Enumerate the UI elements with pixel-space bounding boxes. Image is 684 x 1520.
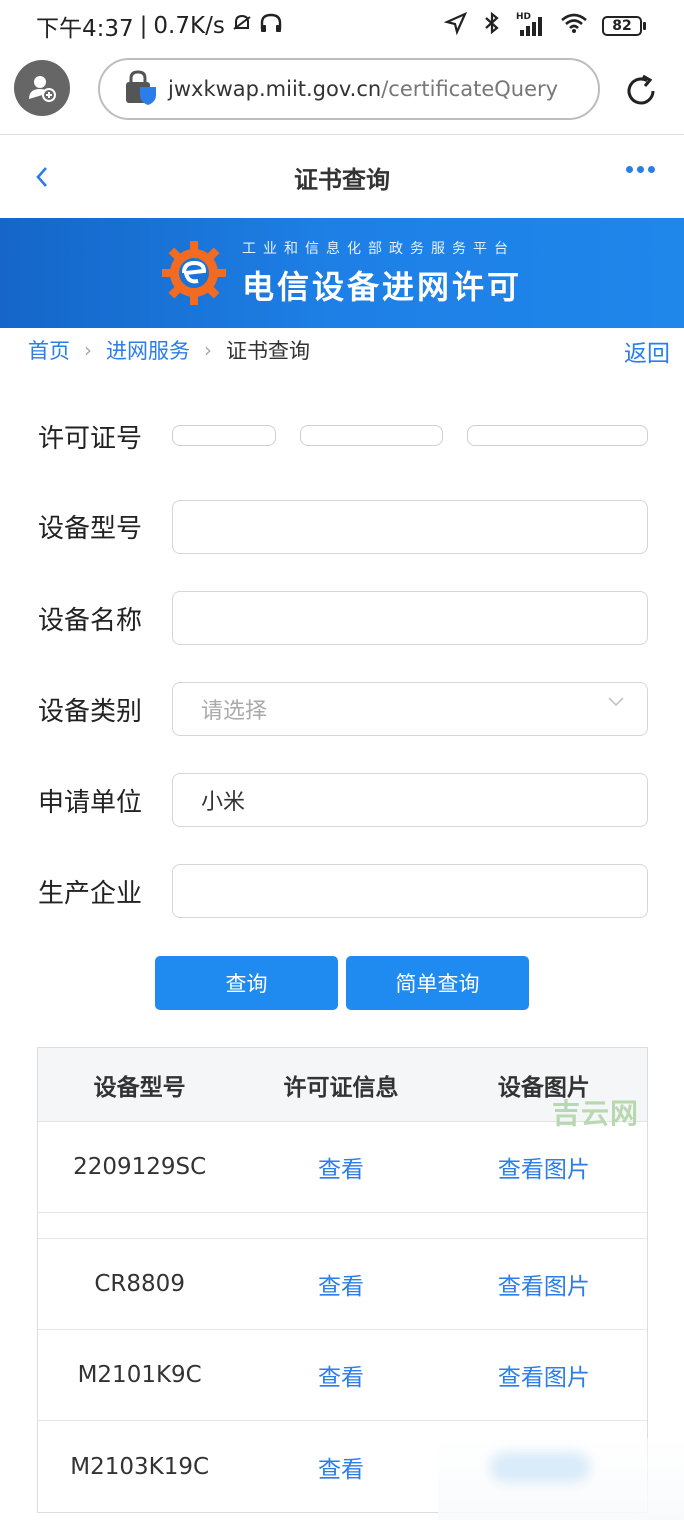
gear-logo-icon	[161, 241, 226, 305]
table-row: CR8809 查看 查看图片	[38, 1239, 647, 1330]
device-model-cell: 2209129SC	[73, 1154, 207, 1180]
status-right: HD 82	[443, 11, 646, 41]
blurred-element	[490, 1452, 590, 1482]
status-bar: 下午4:37 | 0.7K/s HD 82	[0, 0, 684, 52]
network-speed: 0.7K/s	[153, 13, 225, 39]
breadcrumb-current: 证书查询	[226, 339, 310, 363]
license-number-label: 许可证号	[38, 424, 143, 454]
device-model-cell: M2101K9C	[77, 1362, 202, 1388]
return-link[interactable]: 返回	[624, 334, 670, 368]
more-dot-icon	[626, 166, 633, 173]
more-dot-icon	[648, 166, 655, 173]
banner-subtitle: 工业和信息化部政务服务平台	[241, 241, 515, 257]
breadcrumb-home-link[interactable]: 首页	[28, 335, 70, 365]
category-placeholder: 请选择	[201, 699, 268, 724]
watermark: 吉云网	[552, 1097, 640, 1130]
reload-icon	[627, 74, 655, 105]
view-image-link[interactable]: 查看图片	[441, 1358, 647, 1392]
more-dot-icon	[637, 166, 644, 173]
view-license-link[interactable]: 查看	[241, 1358, 440, 1392]
view-image-link[interactable]: 查看图片	[441, 1267, 647, 1301]
profile-add-button[interactable]	[14, 60, 70, 116]
license-number-input-3[interactable]	[467, 425, 648, 446]
manufacturer-input[interactable]	[172, 864, 648, 918]
status-left: 下午4:37 | 0.7K/s	[36, 9, 283, 43]
breadcrumb-service-link[interactable]: 进网服务	[106, 335, 190, 365]
browser-address-bar: jwxkwap.miit.gov.cn/certificateQuery	[0, 56, 684, 136]
license-number-input-2[interactable]	[300, 425, 443, 446]
applicant-label: 申请单位	[38, 788, 143, 818]
device-category-select[interactable]: 请选择	[172, 682, 648, 736]
headphones-icon	[259, 12, 283, 40]
device-model-input[interactable]	[172, 500, 648, 554]
device-model-cell: CR8809	[94, 1271, 185, 1297]
browser-divider	[0, 134, 684, 135]
chevron-right-icon: ›	[84, 338, 92, 362]
location-icon	[443, 11, 468, 41]
site-banner: 工业和信息化部政务服务平台 电信设备进网许可	[0, 218, 684, 328]
url-domain: jwxkwap.miit.gov.cn	[168, 77, 382, 101]
breadcrumb: 首页 › 进网服务 › 证书查询	[28, 334, 310, 366]
applicant-input[interactable]: 小米	[172, 773, 648, 827]
signal-icon: HD	[516, 12, 546, 38]
simple-query-button[interactable]: 简单查询	[346, 956, 529, 1010]
device-model-cell: M2103K19C	[70, 1453, 210, 1480]
device-name-input[interactable]	[172, 591, 648, 645]
mute-bell-icon	[231, 12, 253, 40]
user-add-icon	[29, 76, 56, 102]
device-name-label: 设备名称	[38, 606, 143, 636]
bluetooth-icon	[482, 11, 502, 41]
manufacturer-label: 生产企业	[38, 879, 143, 909]
more-options-button[interactable]	[626, 166, 655, 173]
status-time: 下午4:37	[36, 16, 134, 42]
status-separator: |	[139, 13, 148, 39]
back-button[interactable]	[30, 162, 54, 192]
banner-title: 电信设备进网许可	[241, 268, 522, 306]
view-image-link[interactable]: 查看图片	[441, 1150, 647, 1184]
url-field[interactable]: jwxkwap.miit.gov.cn/certificateQuery	[98, 58, 600, 120]
license-number-input-1[interactable]	[172, 425, 276, 446]
column-header-license: 许可证信息	[283, 1074, 399, 1101]
view-license-link[interactable]: 查看	[241, 1267, 440, 1301]
chevron-left-icon	[36, 167, 47, 187]
url-text: jwxkwap.miit.gov.cn/certificateQuery	[168, 77, 558, 101]
device-model-label: 设备型号	[38, 514, 143, 544]
page-header: 证书查询	[0, 136, 684, 218]
chevron-right-icon: ›	[204, 338, 212, 362]
view-license-link[interactable]: 查看	[241, 1450, 440, 1484]
banner-text: 工业和信息化部政务服务平台 电信设备进网许可	[242, 238, 522, 308]
battery-level: 82	[602, 16, 642, 36]
reload-button[interactable]	[620, 70, 662, 112]
battery-indicator: 82	[602, 16, 646, 36]
view-license-link[interactable]: 查看	[241, 1150, 440, 1184]
table-row: 2209129SC 查看 查看图片	[38, 1122, 647, 1213]
table-row: M2101K9C 查看 查看图片	[38, 1330, 647, 1421]
secure-lock-icon	[124, 69, 158, 109]
wifi-icon	[560, 12, 588, 40]
query-button[interactable]: 查询	[155, 956, 338, 1010]
page-title: 证书查询	[294, 165, 390, 194]
url-path: /certificateQuery	[381, 77, 559, 101]
chevron-down-icon	[608, 697, 624, 707]
column-header-model: 设备型号	[93, 1074, 186, 1101]
device-category-label: 设备类别	[38, 697, 143, 727]
table-row-gap	[38, 1213, 647, 1239]
battery-cap	[643, 22, 646, 30]
